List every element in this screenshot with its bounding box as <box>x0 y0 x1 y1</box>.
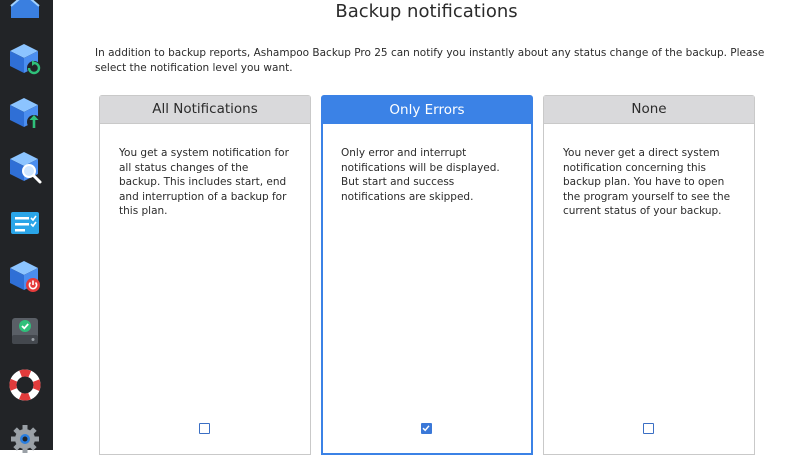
upload-backup-icon[interactable] <box>7 95 43 131</box>
option-checkbox-none[interactable] <box>643 423 654 434</box>
sidebar <box>0 0 53 453</box>
inspect-backup-icon[interactable] <box>7 149 43 185</box>
option-description: Only error and interrupt notifications w… <box>341 147 500 203</box>
checkmark-icon <box>422 425 430 432</box>
restore-backup-icon[interactable] <box>7 41 43 77</box>
task-list-icon[interactable] <box>7 204 43 240</box>
main-content: Backup notifications In addition to back… <box>53 0 800 455</box>
option-card-only-errors[interactable]: Only Errors Only error and interrupt not… <box>321 95 533 455</box>
option-checkbox-all-notifications[interactable] <box>199 423 210 434</box>
home-icon[interactable] <box>7 0 43 24</box>
intro-text: In addition to backup reports, Ashampoo … <box>95 47 765 74</box>
option-description: You never get a direct system notificati… <box>563 147 731 217</box>
option-description: You get a system notification for all st… <box>119 147 289 217</box>
option-checkbox-only-errors[interactable] <box>421 423 432 434</box>
page-title: Backup notifications <box>335 1 518 22</box>
option-title: Only Errors <box>323 97 531 124</box>
option-title: All Notifications <box>100 96 310 124</box>
backup-power-icon[interactable] <box>7 258 43 294</box>
settings-gear-icon[interactable] <box>7 421 43 457</box>
option-card-all-notifications[interactable]: All Notifications You get a system notif… <box>99 95 311 455</box>
drive-check-icon[interactable] <box>7 313 43 349</box>
option-card-none[interactable]: None You never get a direct system notif… <box>543 95 755 455</box>
option-title: None <box>544 96 754 124</box>
lifebuoy-icon[interactable] <box>7 367 43 403</box>
